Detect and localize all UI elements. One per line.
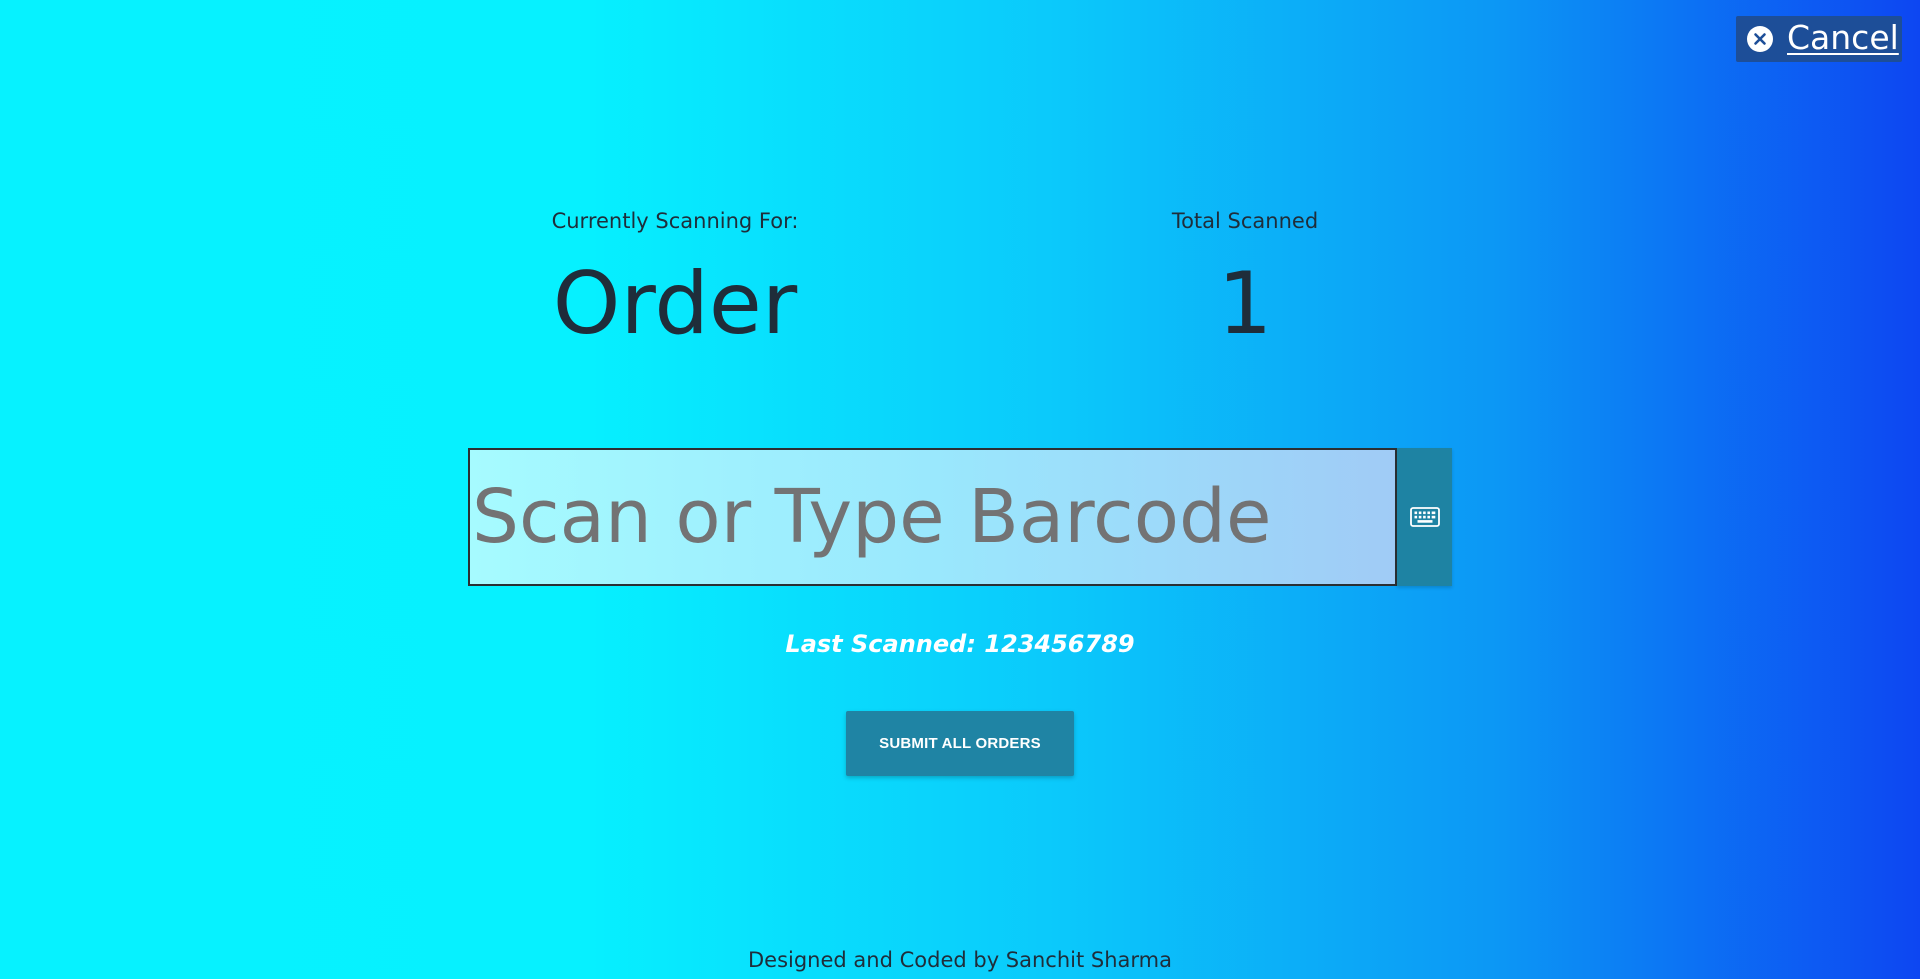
- barcode-input-group: [468, 448, 1452, 586]
- submit-all-orders-button[interactable]: SUBMIT ALL ORDERS: [846, 711, 1074, 776]
- last-scanned-text: Last Scanned: 123456789: [785, 630, 1135, 658]
- total-scanned-value: 1: [1217, 254, 1273, 354]
- cancel-button[interactable]: Cancel: [1736, 16, 1902, 62]
- keyboard-button[interactable]: [1397, 448, 1452, 586]
- scanning-for-value: Order: [552, 254, 798, 354]
- keyboard-icon: [1409, 507, 1440, 527]
- close-circle-icon: [1747, 26, 1773, 52]
- scanning-for-label: Currently Scanning For:: [551, 209, 799, 233]
- footer-credit: Designed and Coded by Sanchit Sharma: [747, 948, 1173, 972]
- barcode-input[interactable]: [468, 448, 1397, 586]
- total-scanned-label: Total Scanned: [1171, 209, 1319, 233]
- cancel-label: Cancel: [1787, 18, 1899, 57]
